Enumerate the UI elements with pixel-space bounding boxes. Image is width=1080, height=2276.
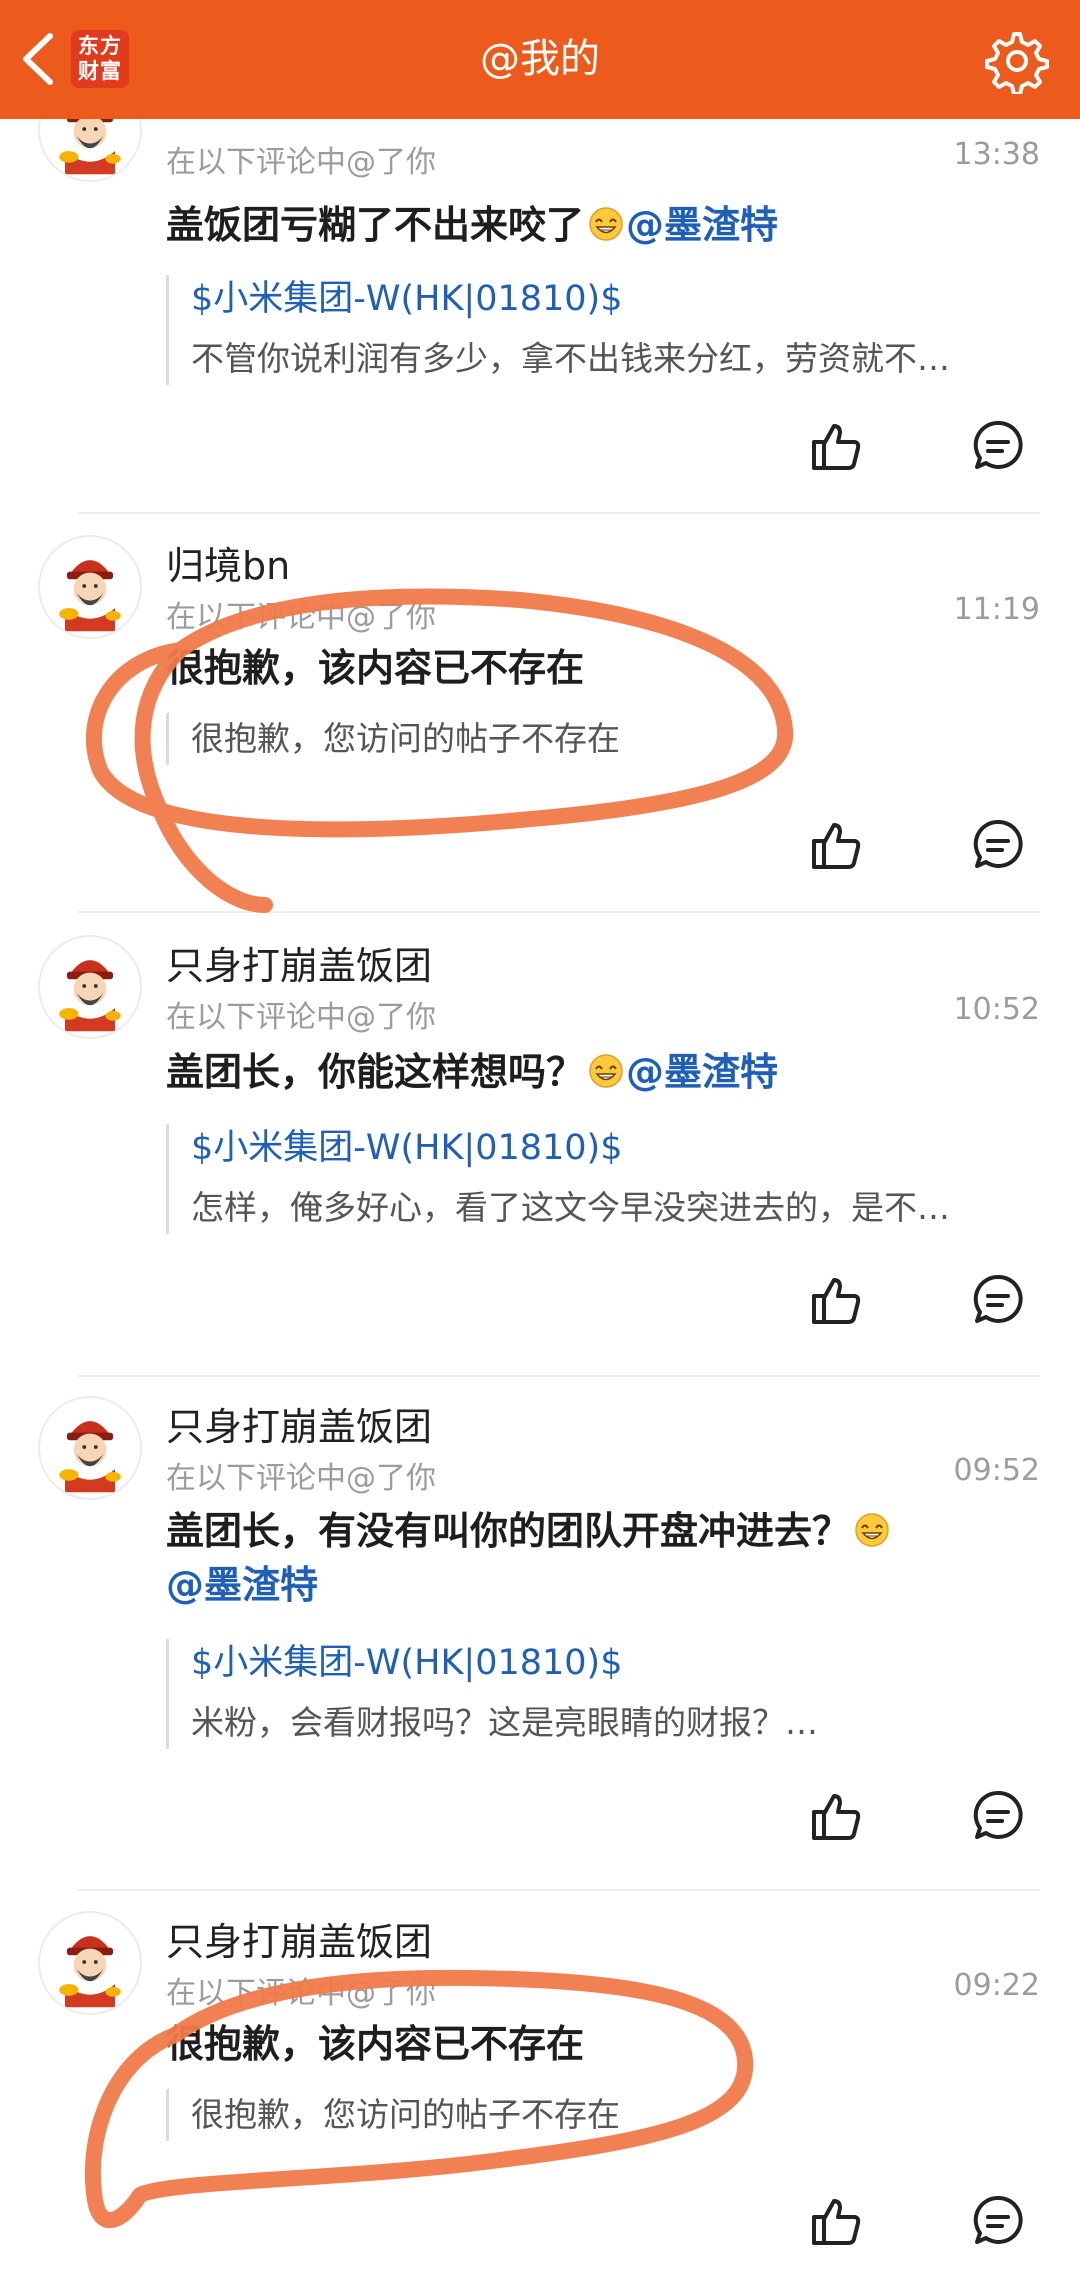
mention-meta: 在以下评论中@了你 [166, 1000, 436, 1035]
settings-button[interactable] [984, 28, 1050, 96]
stock-tag-link[interactable]: $小米集团-W(HK|01810)$ [191, 1124, 1040, 1172]
timestamp: 11:19 [953, 592, 1040, 627]
top-nav-bar: 东方 财富 @我的 [0, 0, 1080, 119]
quoted-text: 不管你说利润有多少，拿不出钱来分红，劳资就不… [191, 339, 950, 378]
comment-content[interactable]: 盖团长，有没有叫你的团队开盘冲进去？ @墨渣特 [166, 1504, 996, 1612]
username[interactable]: 只身打崩盖饭团 [166, 1396, 432, 1451]
reply-button[interactable] [970, 418, 1026, 474]
like-button[interactable] [808, 1788, 864, 1844]
reply-button[interactable] [970, 1272, 1026, 1328]
reply-button[interactable] [970, 817, 1026, 873]
quoted-text: 米粉，会看财报吗？这是亮眼睛的财报？… [191, 1703, 818, 1742]
mention-meta: 在以下评论中@了你 [166, 600, 436, 635]
divider [78, 911, 1040, 913]
comment-bubble-icon [973, 2195, 1023, 2244]
quoted-text: 很抱歉，您访问的帖子不存在 [191, 2095, 620, 2134]
quoted-post[interactable]: $小米集团-W(HK|01810)$ 不管你说利润有多少，拿不出钱来分红，劳资就… [166, 275, 1040, 385]
quoted-post[interactable]: $小米集团-W(HK|01810)$ 怎样，俺多好心，看了这文今早没突进去的，是… [166, 1124, 1040, 1234]
divider [78, 1889, 1040, 1891]
quoted-post[interactable]: 很抱歉，您访问的帖子不存在 [166, 2089, 1040, 2141]
comment-text: 很抱歉，该内容已不存在 [166, 646, 585, 690]
comment-bubble-icon [973, 1790, 1023, 1839]
thumbs-up-icon [812, 2199, 861, 2245]
like-button[interactable] [808, 418, 864, 474]
stock-tag-link[interactable]: $小米集团-W(HK|01810)$ [191, 275, 1040, 323]
mention-meta: 在以下评论中@了你 [166, 1976, 436, 2011]
comment-bubble-icon [973, 420, 1023, 469]
quoted-text: 怎样，俺多好心，看了这文今早没突进去的，是不… [191, 1188, 950, 1227]
username[interactable]: 只身打崩盖饭团 [166, 1911, 432, 1966]
comment-content[interactable]: 很抱歉，该内容已不存在 [166, 2017, 976, 2071]
comment-content[interactable]: 很抱歉，该内容已不存在 [166, 641, 976, 695]
reply-button[interactable] [970, 2193, 1026, 2249]
quoted-post[interactable]: $小米集团-W(HK|01810)$ 米粉，会看财报吗？这是亮眼睛的财报？… [166, 1639, 1040, 1749]
timestamp: 10:52 [953, 992, 1040, 1027]
quoted-post[interactable]: 很抱歉，您访问的帖子不存在 [166, 713, 1040, 765]
thumbs-up-icon [812, 1278, 861, 1324]
thumbs-up-icon [812, 424, 861, 470]
mention-meta: 在以下评论中@了你 [166, 145, 436, 180]
comment-text: 盖饭团亏糊了不出来咬了 [166, 203, 585, 247]
mentions-list[interactable]: 在以下评论中@了你 13:38 盖饭团亏糊了不出来咬了 @墨渣特 $小米集团-W(… [0, 119, 1080, 2276]
divider [78, 1375, 1040, 1377]
comment-content[interactable]: 盖饭团亏糊了不出来咬了 @墨渣特 [166, 198, 976, 252]
thumbs-up-icon [812, 1794, 861, 1840]
avatar[interactable] [38, 119, 142, 182]
timestamp: 09:52 [953, 1453, 1040, 1488]
comment-bubble-icon [973, 1274, 1023, 1323]
username[interactable]: 归境bn [166, 535, 290, 590]
stock-tag-link[interactable]: $小米集团-W(HK|01810)$ [191, 1639, 1040, 1687]
mention-link[interactable]: @墨渣特 [626, 1050, 778, 1094]
comment-bubble-icon [973, 819, 1023, 868]
timestamp: 09:22 [953, 1968, 1040, 2003]
quoted-text: 很抱歉，您访问的帖子不存在 [191, 719, 620, 758]
comment-text: 盖团长，有没有叫你的团队开盘冲进去？ [166, 1509, 851, 1553]
mention-link[interactable]: @墨渣特 [166, 1563, 318, 1607]
avatar[interactable] [38, 1911, 142, 2015]
comment-text: 很抱歉，该内容已不存在 [166, 2022, 585, 2066]
avatar[interactable] [38, 535, 142, 639]
avatar[interactable] [38, 935, 142, 1039]
avatar[interactable] [38, 1396, 142, 1500]
like-button[interactable] [808, 2193, 864, 2249]
mention-meta: 在以下评论中@了你 [166, 1461, 436, 1496]
page-title: @我的 [480, 36, 600, 82]
timestamp: 13:38 [953, 137, 1040, 172]
comment-content[interactable]: 盖团长，你能这样想吗？ @墨渣特 [166, 1045, 976, 1099]
grin-emoji-icon [589, 1054, 623, 1088]
mention-link[interactable]: @墨渣特 [626, 203, 778, 247]
divider [78, 512, 1040, 514]
like-button[interactable] [808, 1272, 864, 1328]
grin-emoji-icon [855, 1513, 889, 1547]
like-button[interactable] [808, 817, 864, 873]
thumbs-up-icon [812, 823, 861, 869]
username[interactable]: 只身打崩盖饭团 [166, 935, 432, 990]
grin-emoji-icon [589, 207, 623, 241]
gear-icon [985, 32, 1049, 96]
reply-button[interactable] [970, 1788, 1026, 1844]
comment-text: 盖团长，你能这样想吗？ [166, 1050, 585, 1094]
